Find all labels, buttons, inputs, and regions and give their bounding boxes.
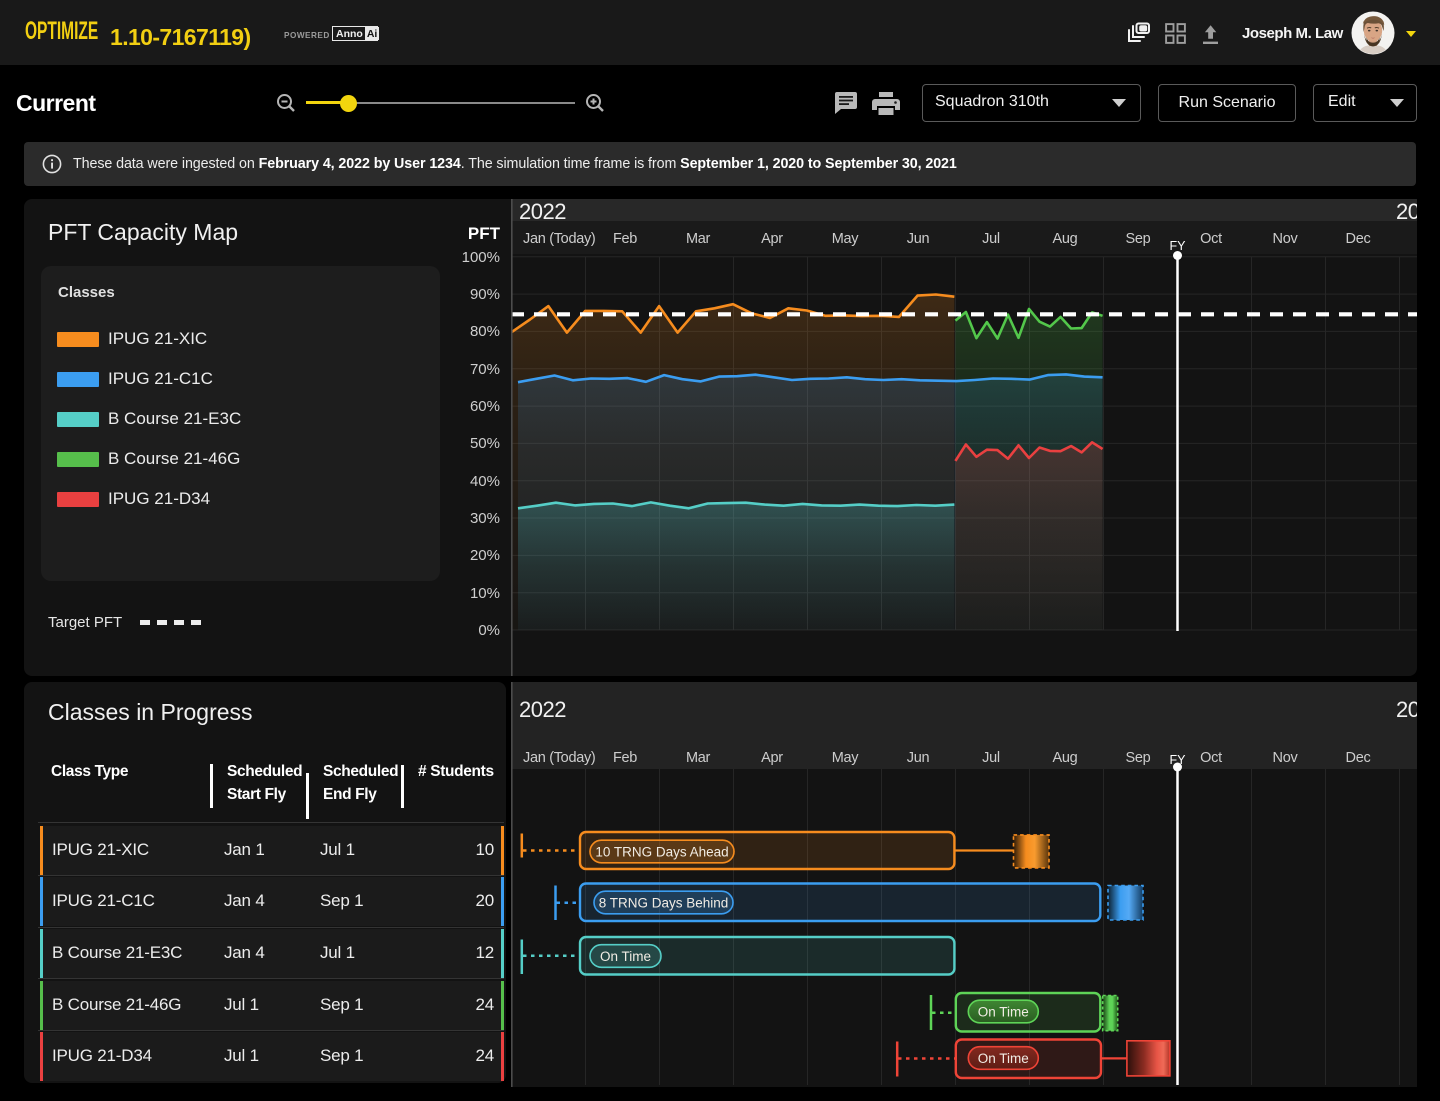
svg-text:20: 20 [1396,199,1417,224]
svg-text:Apr: Apr [761,231,783,247]
svg-text:Jan (Today): Jan (Today) [523,231,595,247]
svg-text:Mar: Mar [686,231,711,247]
svg-text:8 TRNG Days Behind: 8 TRNG Days Behind [599,896,729,911]
svg-text:Nov: Nov [1273,231,1299,247]
svg-text:Feb: Feb [613,750,637,766]
svg-text:On Time: On Time [600,949,651,964]
svg-text:Sep: Sep [1126,231,1151,247]
svg-text:FY: FY [1170,239,1187,253]
svg-text:Jul: Jul [982,750,1000,766]
svg-text:Dec: Dec [1346,750,1371,766]
svg-text:May: May [832,231,860,247]
svg-text:Feb: Feb [613,231,637,247]
svg-text:Nov: Nov [1273,750,1299,766]
svg-text:Jan (Today): Jan (Today) [523,750,595,766]
svg-text:Oct: Oct [1200,231,1222,247]
svg-text:2022: 2022 [519,199,566,224]
svg-text:Jun: Jun [907,750,930,766]
svg-text:2022: 2022 [519,697,566,722]
svg-text:Jun: Jun [907,231,930,247]
svg-text:Oct: Oct [1200,750,1222,766]
svg-text:Aug: Aug [1053,750,1078,766]
svg-text:Aug: Aug [1053,231,1078,247]
svg-text:Dec: Dec [1346,231,1371,247]
svg-text:Mar: Mar [686,750,711,766]
svg-text:May: May [832,750,860,766]
svg-text:On Time: On Time [978,1051,1029,1066]
svg-text:20: 20 [1396,697,1417,722]
svg-text:On Time: On Time [978,1005,1029,1020]
svg-text:Sep: Sep [1126,750,1151,766]
svg-text:Jul: Jul [982,231,1000,247]
svg-text:10 TRNG Days Ahead: 10 TRNG Days Ahead [595,845,728,860]
svg-text:Apr: Apr [761,750,783,766]
